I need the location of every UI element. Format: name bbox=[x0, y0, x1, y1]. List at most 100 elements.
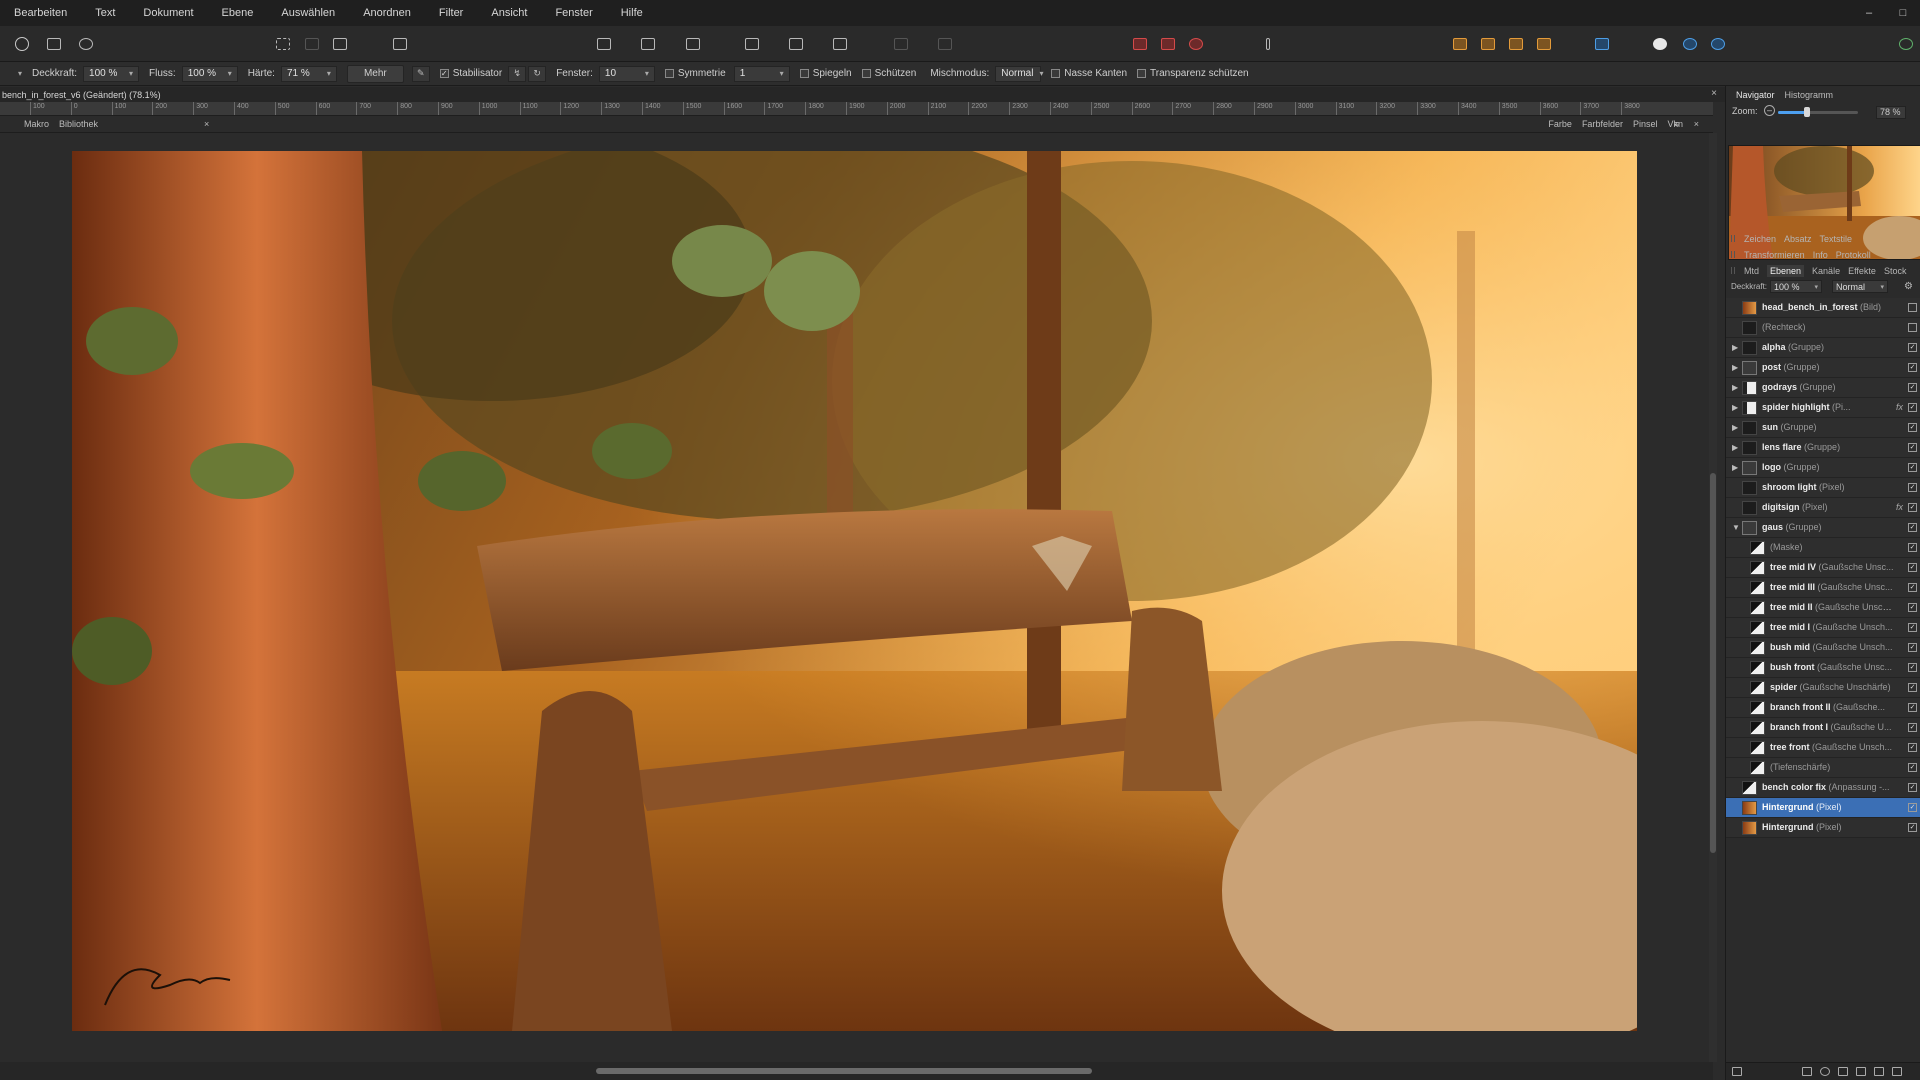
mirror-checkbox[interactable] bbox=[799, 69, 809, 78]
layer-row[interactable]: (Maske) ✓ bbox=[1726, 538, 1920, 558]
window-field[interactable]: 10 ▾ bbox=[598, 65, 655, 82]
menu-anordnen[interactable]: Anordnen bbox=[349, 7, 425, 19]
expand-arrow-icon[interactable]: ▶ bbox=[1732, 383, 1740, 392]
zoom-slider[interactable] bbox=[1778, 107, 1858, 117]
horizontal-ruler[interactable]: 100 0 100 200 300 400 500 600 700 800 900 1000 1100 1… bbox=[0, 102, 1713, 116]
layer-row[interactable]: ▶ logo (Gruppe) ✓ bbox=[1726, 458, 1920, 478]
visibility-checkbox[interactable]: ✓ bbox=[1908, 663, 1917, 672]
studio-tab-bibliothek[interactable]: Bibliothek bbox=[59, 119, 98, 129]
vertical-scroll-thumb[interactable] bbox=[1710, 473, 1716, 853]
visibility-checkbox[interactable]: ✓ bbox=[1908, 343, 1917, 352]
minimize-button[interactable]: – bbox=[1852, 7, 1886, 19]
deselect-icon[interactable] bbox=[302, 34, 322, 54]
visibility-checkbox[interactable]: ✓ bbox=[1908, 583, 1917, 592]
fx-icon[interactable]: fx bbox=[1896, 502, 1903, 512]
more-button[interactable]: Mehr bbox=[346, 64, 404, 83]
horizontal-scroll-thumb[interactable] bbox=[596, 1068, 1092, 1074]
visibility-checkbox[interactable]: ✓ bbox=[1908, 363, 1917, 372]
visibility-checkbox[interactable]: ✓ bbox=[1908, 523, 1917, 532]
brush-mode-icon[interactable] bbox=[1258, 34, 1278, 54]
layer-row[interactable]: bench color fix (Anpassung -... ✓ bbox=[1726, 778, 1920, 798]
layer-row[interactable]: shroom light (Pixel) ✓ bbox=[1726, 478, 1920, 498]
maximize-button[interactable]: □ bbox=[1886, 7, 1920, 19]
layer-row[interactable]: spider (Gaußsche Unschärfe) ✓ bbox=[1726, 678, 1920, 698]
visibility-checkbox[interactable]: ✓ bbox=[1908, 483, 1917, 492]
menu-ebene[interactable]: Ebene bbox=[208, 7, 268, 19]
layer-row[interactable]: ▼ gaus (Gruppe) ✓ bbox=[1726, 518, 1920, 538]
visibility-checkbox[interactable]: ✓ bbox=[1908, 443, 1917, 452]
tab-kanäle[interactable]: Kanäle bbox=[1812, 266, 1840, 276]
studio-tab-farbfelder[interactable]: Farbfelder bbox=[1582, 119, 1623, 129]
menu-fenster[interactable]: Fenster bbox=[541, 7, 606, 19]
quick-mask-icon[interactable] bbox=[390, 34, 410, 54]
studio-left-close-icon[interactable]: × bbox=[204, 119, 209, 129]
align-middle-icon[interactable] bbox=[786, 34, 806, 54]
visibility-checkbox[interactable]: ✓ bbox=[1908, 623, 1917, 632]
layer-row[interactable]: ▶ sun (Gruppe) ✓ bbox=[1726, 418, 1920, 438]
visibility-checkbox[interactable]: ✓ bbox=[1908, 643, 1917, 652]
align-bottom-icon[interactable] bbox=[830, 34, 850, 54]
account-icon[interactable] bbox=[1896, 34, 1916, 54]
assistant-icon[interactable] bbox=[1130, 34, 1150, 54]
brush-settings-icon[interactable]: ✎ bbox=[411, 65, 430, 82]
expand-arrow-icon[interactable]: ▶ bbox=[1732, 343, 1740, 352]
adjustment-icon[interactable] bbox=[1680, 34, 1700, 54]
blend-mode-field[interactable]: Normal ▾ bbox=[995, 65, 1043, 82]
share-icon[interactable] bbox=[76, 34, 96, 54]
layer-row[interactable]: (Tiefenschärfe) ✓ bbox=[1726, 758, 1920, 778]
menu-bearbeiten[interactable]: Bearbeiten bbox=[0, 7, 81, 19]
group-layer-icon[interactable] bbox=[1874, 1067, 1884, 1076]
brush-preset-dropdown-icon[interactable]: ▾ bbox=[18, 69, 22, 78]
snapping-icon[interactable] bbox=[1158, 34, 1178, 54]
layer-row[interactable]: tree mid I (Gaußsche Unsch... ✓ bbox=[1726, 618, 1920, 638]
visibility-checkbox[interactable]: ✓ bbox=[1908, 423, 1917, 432]
layer-row[interactable]: branch front I (Gaußsche U... ✓ bbox=[1726, 718, 1920, 738]
tab-protokoll[interactable]: Protokoll bbox=[1836, 250, 1871, 260]
mask-layer-icon[interactable] bbox=[1802, 1067, 1812, 1076]
visibility-checkbox[interactable]: ✓ bbox=[1908, 383, 1917, 392]
tab-mtd[interactable]: Mtd bbox=[1744, 266, 1759, 276]
layer-row[interactable]: digitsign (Pixel) fx ✓ bbox=[1726, 498, 1920, 518]
expand-arrow-icon[interactable]: ▶ bbox=[1732, 443, 1740, 452]
tab-absatz[interactable]: Absatz bbox=[1784, 234, 1812, 244]
horizontal-scrollbar[interactable] bbox=[0, 1062, 1713, 1080]
expand-arrow-icon[interactable]: ▶ bbox=[1732, 363, 1740, 372]
tab-transformieren[interactable]: Transformieren bbox=[1744, 250, 1805, 260]
adjustment-layer-icon[interactable] bbox=[1820, 1067, 1830, 1076]
align-right-icon[interactable] bbox=[683, 34, 703, 54]
visibility-checkbox[interactable] bbox=[1908, 323, 1917, 332]
arrange-front-icon[interactable] bbox=[1534, 34, 1554, 54]
visibility-checkbox[interactable]: ✓ bbox=[1908, 683, 1917, 692]
visibility-checkbox[interactable]: ✓ bbox=[1908, 743, 1917, 752]
live-filter-icon[interactable] bbox=[1708, 34, 1728, 54]
visibility-checkbox[interactable]: ✓ bbox=[1908, 503, 1917, 512]
layer-row[interactable]: Hintergrund (Pixel) ✓ bbox=[1726, 798, 1920, 818]
tab-stock[interactable]: Stock bbox=[1884, 266, 1907, 276]
studio-right-close-icon[interactable]: × bbox=[1694, 119, 1699, 129]
window-mode-icon[interactable]: ↻ bbox=[528, 65, 547, 82]
tab-histogramm[interactable]: Histogramm bbox=[1785, 90, 1834, 100]
fx-icon[interactable]: fx bbox=[1896, 402, 1903, 412]
tab-effekte[interactable]: Effekte bbox=[1848, 266, 1876, 276]
zoom-slider-knob[interactable] bbox=[1803, 107, 1810, 117]
layer-row[interactable]: tree mid IV (Gaußsche Unsc... ✓ bbox=[1726, 558, 1920, 578]
snap-options-icon[interactable] bbox=[1186, 34, 1206, 54]
fx-layer-icon[interactable] bbox=[1838, 1067, 1848, 1076]
tab-textstile[interactable]: Textstile bbox=[1820, 234, 1853, 244]
layer-row[interactable]: head_bench_in_forest (Bild) bbox=[1726, 298, 1920, 318]
align-left-icon[interactable] bbox=[594, 34, 614, 54]
visibility-checkbox[interactable]: ✓ bbox=[1908, 723, 1917, 732]
layer-blend-field[interactable]: Normal ▾ bbox=[1832, 280, 1888, 293]
studio-tab-farbe[interactable]: Farbe bbox=[1548, 119, 1572, 129]
studio-tab-pinsel[interactable]: Pinsel bbox=[1633, 119, 1658, 129]
visibility-checkbox[interactable]: ✓ bbox=[1908, 543, 1917, 552]
layer-row[interactable]: branch front II (Gaußsche... ✓ bbox=[1726, 698, 1920, 718]
vertical-scrollbar[interactable] bbox=[1709, 133, 1717, 1062]
distribute-h-icon[interactable] bbox=[891, 34, 911, 54]
visibility-checkbox[interactable]: ✓ bbox=[1908, 703, 1917, 712]
menu-hilfe[interactable]: Hilfe bbox=[607, 7, 657, 19]
opacity-field[interactable]: 100 % ▾ bbox=[83, 65, 140, 82]
menu-text[interactable]: Text bbox=[81, 7, 129, 19]
layer-row[interactable]: (Rechteck) bbox=[1726, 318, 1920, 338]
layer-row[interactable]: tree mid III (Gaußsche Unsc... ✓ bbox=[1726, 578, 1920, 598]
